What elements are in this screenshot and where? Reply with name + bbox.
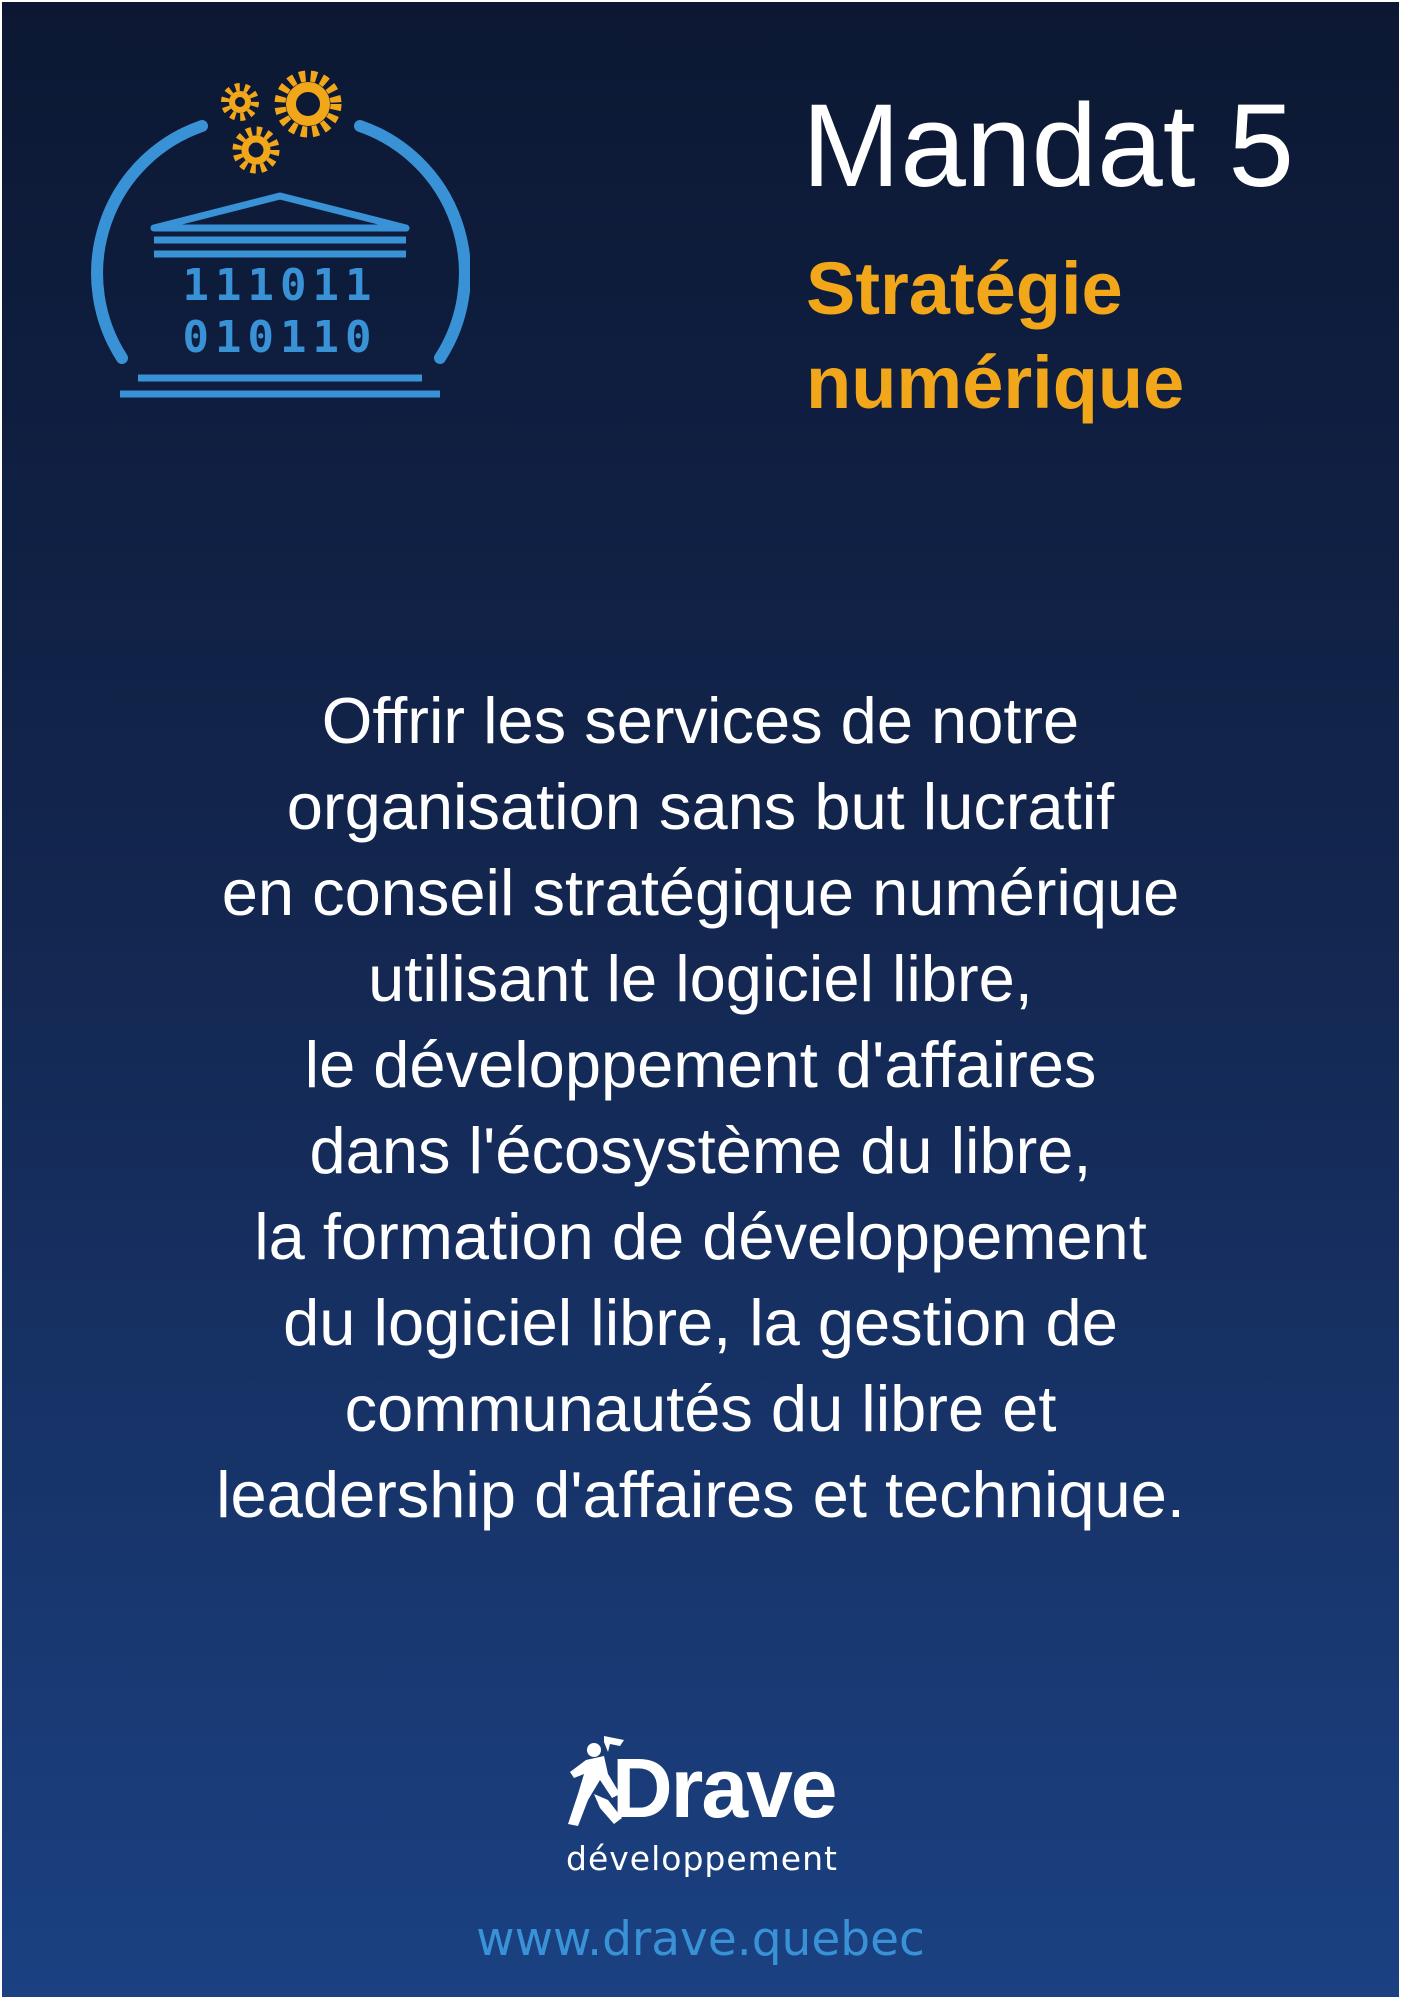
subtitle-line: numérique [806, 341, 1185, 424]
digital-strategy-building-gears-icon: 111011 010110 [91, 70, 470, 398]
description-line: la formation de développement [254, 1200, 1147, 1273]
mandate-description: Offrir les services de notre organisatio… [2, 678, 1399, 1538]
binary-line-1: 111011 [183, 260, 378, 311]
gear-medium-icon [232, 126, 280, 174]
description-line: dans l'écosystème du libre, [309, 1114, 1092, 1187]
drave-logo: Drave développement [562, 1726, 862, 1886]
website-url: www.drave.quebec [476, 1912, 925, 1967]
description-line: organisation sans but lucratif [286, 770, 1115, 843]
description-line: en conseil stratégique numérique [221, 856, 1180, 929]
description-line: le développement d'affaires [304, 1028, 1097, 1101]
page-title: Mandat 5 [802, 80, 1294, 212]
brand-tagline: développement [566, 1839, 838, 1878]
description-line: du logiciel libre, la gestion de [283, 1286, 1118, 1359]
description-line: Offrir les services de notre [321, 684, 1080, 757]
subtitle-line: Stratégie [806, 247, 1123, 330]
description-line: utilisant le logiciel libre, [368, 942, 1033, 1015]
binary-line-2: 010110 [183, 312, 378, 363]
description-line: communautés du libre et [344, 1372, 1057, 1445]
description-line: leadership d'affaires et technique. [216, 1458, 1185, 1531]
subtitle: Stratégie numérique [806, 242, 1184, 430]
brand-name: Drave [612, 1741, 838, 1835]
gear-small-icon [221, 83, 259, 121]
gear-large-icon [274, 70, 342, 138]
poster: 111011 010110 Mandat 5 Stratégie numériq… [2, 2, 1399, 1997]
